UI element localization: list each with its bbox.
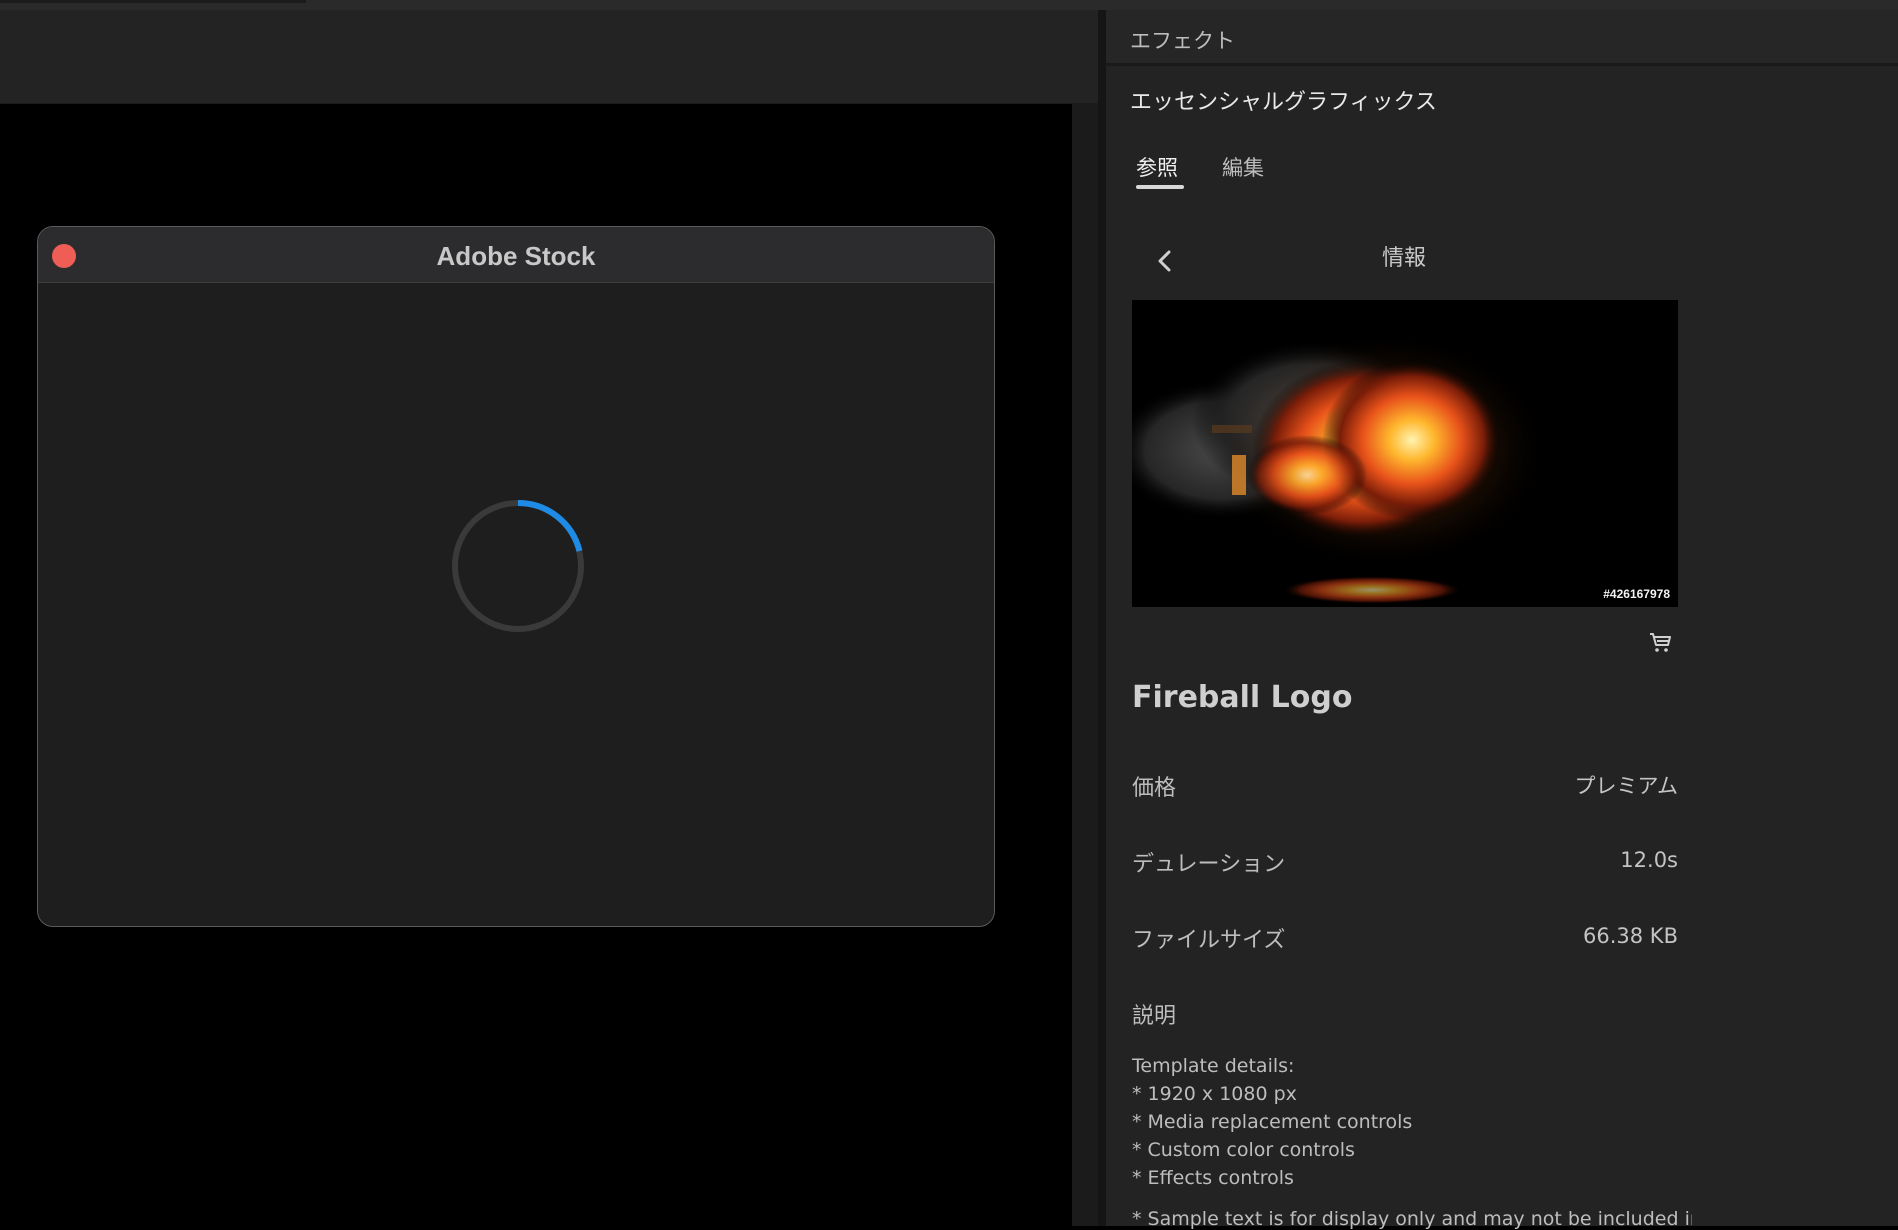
description-line: Template details: xyxy=(1132,1055,1295,1077)
viewer-gutter xyxy=(1072,104,1098,1226)
description-line: * Effects controls xyxy=(1132,1167,1294,1189)
fireball-preview-image xyxy=(1132,300,1678,607)
asset-thumbnail[interactable]: #426167978 xyxy=(1132,300,1678,607)
description-text: Template details: * 1920 x 1080 px * Med… xyxy=(1132,1052,1692,1192)
info-title: 情報 xyxy=(1381,246,1426,271)
panel-header-title[interactable]: エフェクト xyxy=(1130,25,1235,55)
dialog-titlebar[interactable]: Adobe Stock xyxy=(38,227,994,283)
adobe-stock-dialog: Adobe Stock xyxy=(37,226,995,927)
description-line: * 1920 x 1080 px xyxy=(1132,1083,1297,1105)
program-toolbar xyxy=(0,10,1098,103)
dialog-title: Adobe Stock xyxy=(436,241,596,271)
description-line: * Media replacement controls xyxy=(1132,1111,1413,1133)
price-value: プレミアム xyxy=(1574,774,1678,798)
tab-edit[interactable]: 編集 xyxy=(1222,152,1264,182)
loading-spinner-icon xyxy=(452,499,584,632)
asset-name: Fireball Logo xyxy=(1132,680,1353,715)
section-title: エッセンシャルグラフィックス xyxy=(1130,90,1437,115)
description-line: * Custom color controls xyxy=(1132,1139,1355,1161)
duration-value: 12.0s xyxy=(1620,848,1678,872)
description-label: 説明 xyxy=(1132,1004,1177,1029)
description-note: * Sample text is for display only and ma… xyxy=(1132,1208,1692,1230)
active-tab-indicator xyxy=(1136,185,1184,189)
panel-header: エフェクト xyxy=(1106,10,1898,66)
file-size-label: ファイルサイズ xyxy=(1132,928,1286,953)
cart-icon[interactable] xyxy=(1647,629,1673,655)
price-label: 価格 xyxy=(1132,776,1177,801)
essential-graphics-panel: エフェクト エッセンシャルグラフィックス 参照 編集 情報 #426167978… xyxy=(1106,10,1898,1230)
tab-browse[interactable]: 参照 xyxy=(1136,152,1178,182)
panel-splitter[interactable] xyxy=(1098,10,1106,1226)
duration-label: デュレーション xyxy=(1132,852,1286,877)
top-strip xyxy=(0,0,1898,10)
file-size-value: 66.38 KB xyxy=(1583,924,1678,948)
top-strip-segment xyxy=(0,0,306,3)
stock-id-label: #426167978 xyxy=(1603,587,1670,601)
